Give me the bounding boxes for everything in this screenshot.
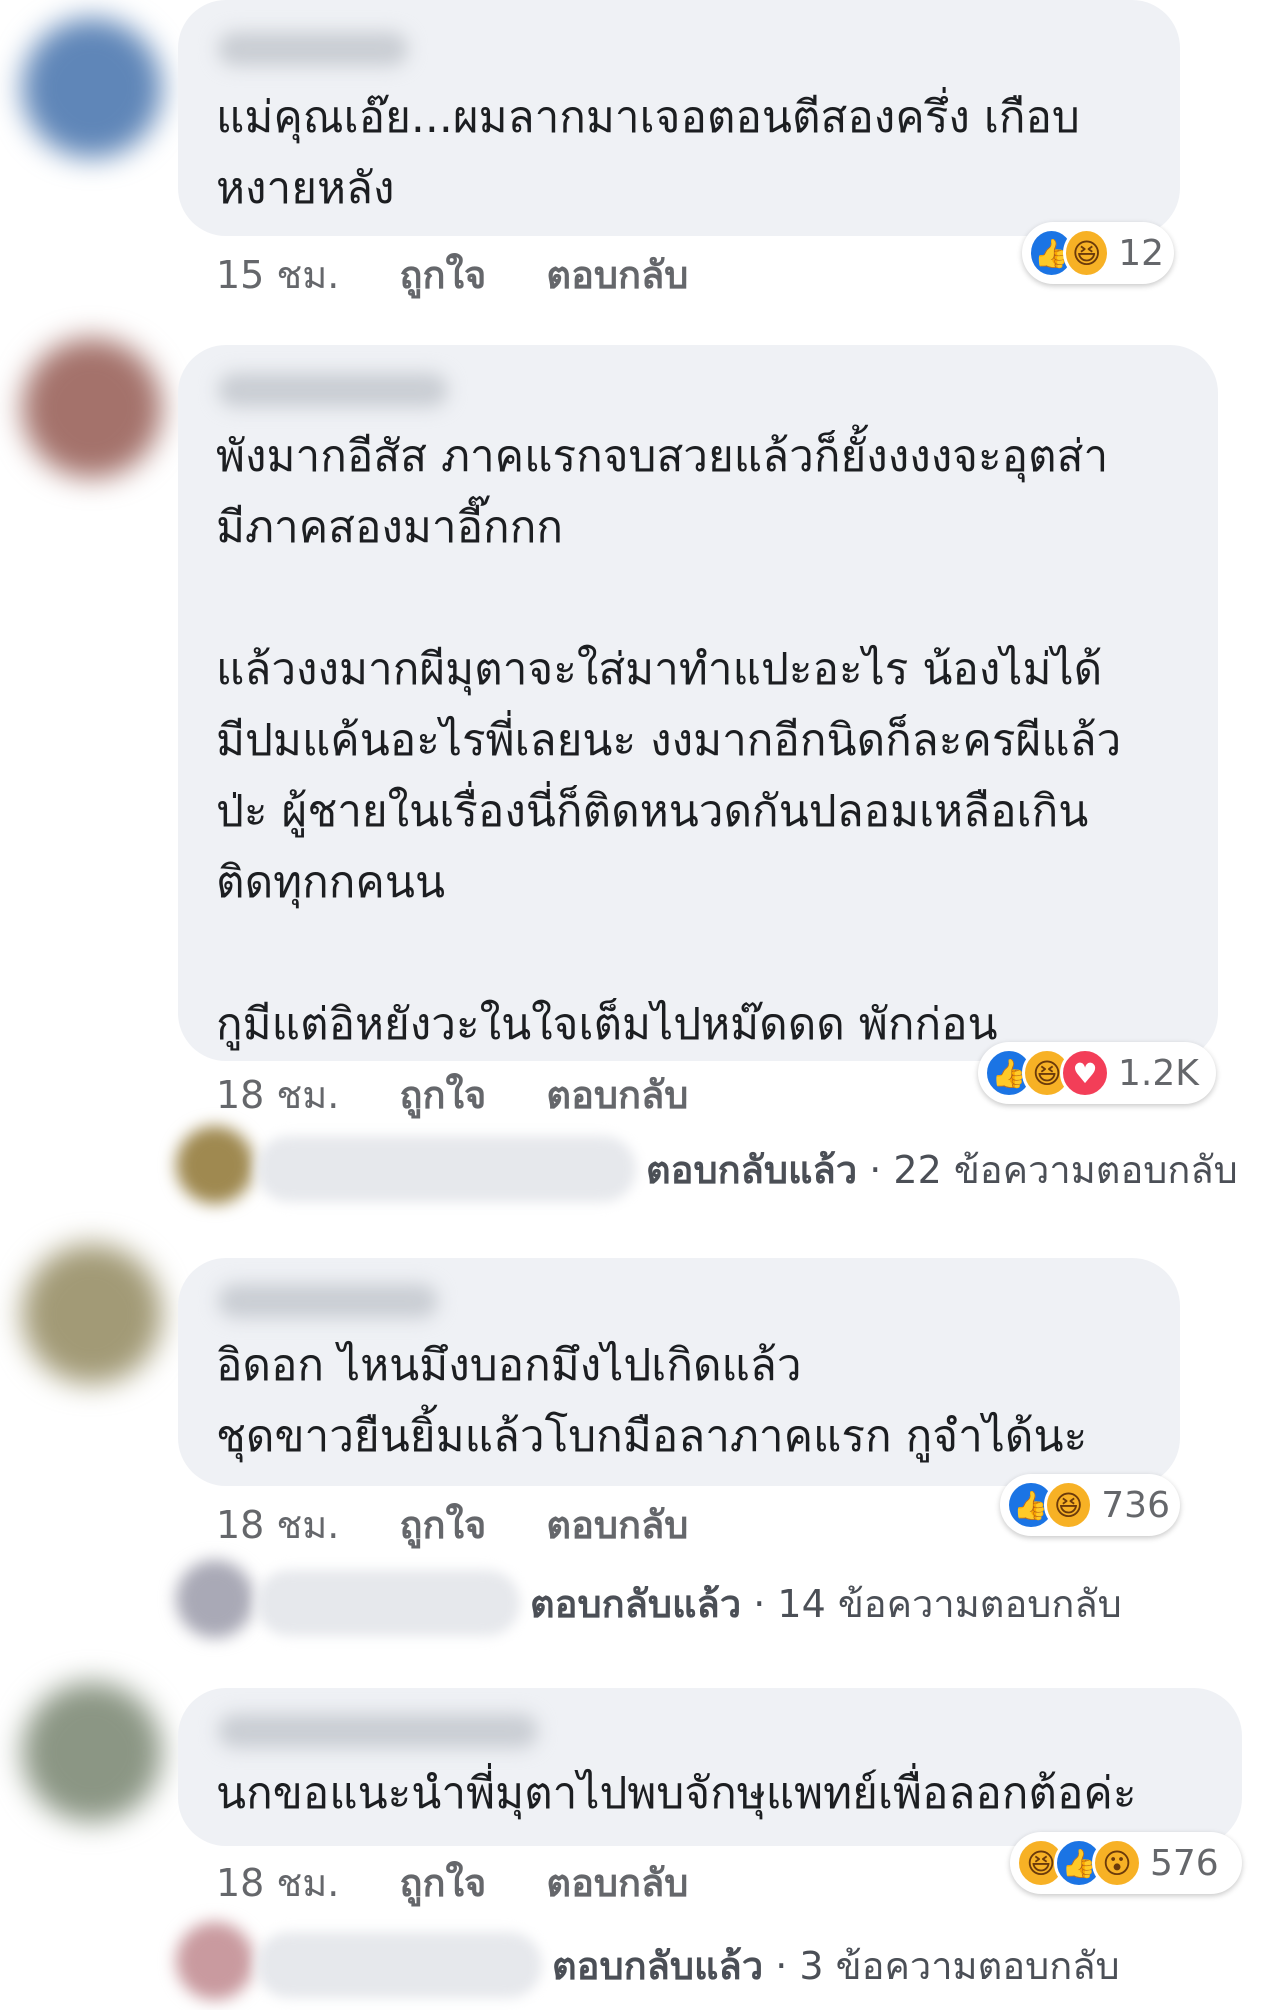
commenter-name[interactable]	[218, 373, 448, 407]
comment-time[interactable]: 18 ชม.	[216, 1861, 339, 1905]
reply-count: · 14 ข้อความตอบกลับ	[741, 1581, 1122, 1626]
reaction-summary[interactable]: 👍 😆 736	[1000, 1474, 1180, 1536]
love-icon: ♥	[1060, 1048, 1110, 1098]
avatar[interactable]	[22, 1682, 162, 1822]
comment-time[interactable]: 18 ชม.	[216, 1503, 339, 1547]
commenter-name[interactable]	[218, 32, 408, 66]
reply-button[interactable]: ตอบกลับ	[546, 1503, 688, 1547]
like-button[interactable]: ถูกใจ	[399, 1073, 486, 1117]
reaction-summary[interactable]: 😆 👍 😮 576	[1010, 1832, 1242, 1894]
comment-bubble: อิดอก ไหนมึงบอกมึงไปเกิดแล้ว ชุดขาวยืนยิ…	[178, 1258, 1180, 1486]
view-replies-link[interactable]: ตอบกลับแล้ว · 3 ข้อความตอบกลับ	[256, 1924, 1120, 2006]
commenter-name[interactable]	[218, 1284, 438, 1318]
reaction-count: 1.2K	[1118, 1052, 1199, 1094]
reaction-count: 576	[1150, 1842, 1219, 1884]
replier-name	[256, 1932, 542, 1998]
comment-meta: 18 ชม. ถูกใจ ตอบกลับ	[216, 1064, 736, 1125]
reply-count: · 22 ข้อความตอบกลับ	[857, 1147, 1238, 1192]
avatar[interactable]	[22, 1244, 162, 1384]
comment-bubble: พังมากอีสัส ภาคแรกจบสวยแล้วก็ยั้งงงงจะอุ…	[178, 345, 1218, 1061]
comment-time[interactable]: 15 ชม.	[216, 253, 339, 297]
replied-label: ตอบกลับแล้ว	[530, 1581, 742, 1626]
like-button[interactable]: ถูกใจ	[399, 253, 486, 297]
replier-name	[256, 1136, 636, 1202]
haha-icon: 😆	[1063, 228, 1111, 278]
reply-button[interactable]: ตอบกลับ	[546, 253, 688, 297]
view-replies-link[interactable]: ตอบกลับแล้ว · 22 ข้อความตอบกลับ	[256, 1128, 1238, 1210]
comment-meta: 18 ชม. ถูกใจ ตอบกลับ	[216, 1852, 736, 1913]
view-replies-link[interactable]: ตอบกลับแล้ว · 14 ข้อความตอบกลับ	[256, 1562, 1122, 1644]
comment-meta: 18 ชม. ถูกใจ ตอบกลับ	[216, 1494, 736, 1555]
replied-label: ตอบกลับแล้ว	[646, 1147, 858, 1192]
replier-name	[256, 1570, 520, 1636]
reply-avatar	[176, 1922, 254, 2000]
reply-count: · 3 ข้อความตอบกลับ	[763, 1943, 1120, 1988]
comment-text: แม่คุณเอ๊ย...ผมลากมาเจอตอนตีสองครึ่ง เกื…	[216, 92, 1080, 214]
reaction-summary[interactable]: 👍 😆 12	[1022, 222, 1174, 284]
comment-meta: 15 ชม. ถูกใจ ตอบกลับ	[216, 244, 736, 305]
reaction-count: 736	[1101, 1484, 1170, 1526]
haha-icon: 😆	[1043, 1480, 1094, 1530]
replied-label: ตอบกลับแล้ว	[552, 1943, 764, 1988]
like-button[interactable]: ถูกใจ	[399, 1503, 486, 1547]
commenter-name[interactable]	[218, 1714, 538, 1748]
reaction-count: 12	[1118, 232, 1164, 274]
avatar[interactable]	[22, 18, 162, 158]
wow-icon: 😮	[1092, 1838, 1142, 1888]
comment-text: พังมากอีสัส ภาคแรกจบสวยแล้วก็ยั้งงงงจะอุ…	[216, 431, 1122, 1050]
comment-text: นกขอแนะนำพี่มุตาไปพบจักษุแพทย์เพื่อลอกต้…	[216, 1768, 1137, 1819]
comment-bubble: นกขอแนะนำพี่มุตาไปพบจักษุแพทย์เพื่อลอกต้…	[178, 1688, 1242, 1846]
reply-button[interactable]: ตอบกลับ	[546, 1073, 688, 1117]
reaction-summary[interactable]: 👍 😆 ♥ 1.2K	[978, 1042, 1216, 1104]
comment-bubble: แม่คุณเอ๊ย...ผมลากมาเจอตอนตีสองครึ่ง เกื…	[178, 0, 1180, 236]
reply-avatar	[176, 1126, 254, 1204]
comment-time[interactable]: 18 ชม.	[216, 1073, 339, 1117]
avatar[interactable]	[22, 338, 162, 478]
reply-button[interactable]: ตอบกลับ	[546, 1861, 688, 1905]
like-button[interactable]: ถูกใจ	[399, 1861, 486, 1905]
comment-text: อิดอก ไหนมึงบอกมึงไปเกิดแล้ว ชุดขาวยืนยิ…	[216, 1340, 1088, 1462]
reply-avatar	[176, 1560, 254, 1638]
